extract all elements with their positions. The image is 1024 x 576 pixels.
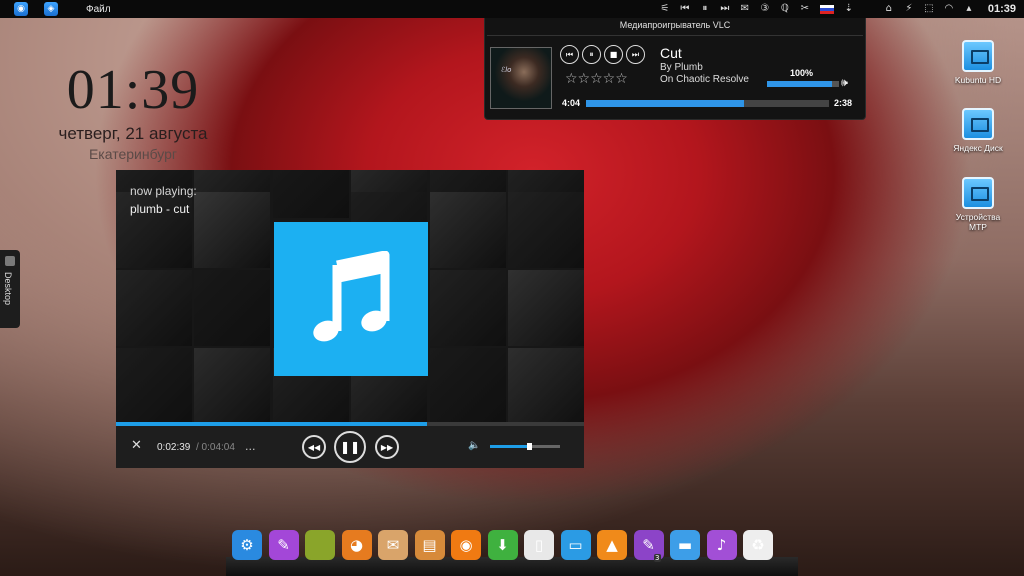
vlc-seek-bar[interactable]	[586, 100, 829, 107]
speaker-icon[interactable]: 🕪	[841, 76, 848, 90]
close-icon[interactable]: ✕	[131, 438, 142, 453]
pause-button[interactable]: ❚❚	[334, 431, 366, 463]
vlc-next-button[interactable]: ⏭	[626, 45, 645, 64]
desktop-icon-label: Устройства MTP	[955, 212, 1001, 232]
dock-folder-icon[interactable]: ▬	[670, 530, 700, 560]
dock-firefox-icon[interactable]: ◉	[451, 530, 481, 560]
more-options[interactable]: ...	[245, 440, 256, 453]
tray-item-icon[interactable]: ✉	[740, 0, 750, 18]
clock-city: Екатеринбург	[88, 146, 178, 162]
now-playing-track: plumb - cut	[130, 202, 190, 216]
language-flag-icon[interactable]	[819, 4, 834, 14]
dock-badge: 3	[654, 554, 661, 562]
tray-item-icon[interactable]: ⚟	[660, 0, 670, 18]
total-time: / 0:04:04	[196, 442, 235, 453]
tray-item-icon[interactable]: ⌂	[884, 0, 894, 18]
dock-brush-icon[interactable]: ✎	[268, 530, 299, 560]
rewind-button[interactable]: ◀◀	[302, 435, 326, 459]
tray-item-icon[interactable]: ⏭	[720, 0, 730, 18]
dock-text-icon[interactable]: ▯	[524, 530, 554, 560]
desktop-icon-mtp-devices[interactable]: Устройства MTP	[946, 177, 1010, 232]
vlc-remaining-time: 2:38	[834, 98, 853, 108]
volume-fill	[490, 445, 529, 448]
desktop-icon-label: Kubuntu HD	[954, 75, 1002, 85]
vlc-volume-slider[interactable]	[767, 81, 839, 87]
vlc-volume-fill	[767, 81, 832, 87]
album-art	[274, 222, 428, 376]
system-tray: ⚟ ⏮ ⏸ ⏭ ✉ ③ ℚ ✂ ⇣ ⌂ ⚡ ⬚ ◠ ▴ 01:39	[660, 0, 1016, 18]
vlc-volume-percent: 100%	[790, 68, 814, 78]
menu-file[interactable]: Файл	[86, 4, 111, 15]
tray-item-icon[interactable]: ③	[760, 0, 770, 18]
desktop-tab-icon	[5, 256, 15, 266]
vlc-pause-button[interactable]: ⏸	[582, 45, 601, 64]
drive-icon	[962, 40, 994, 72]
dash-icon[interactable]: ◈	[44, 2, 58, 16]
clock-widget: 01:39 четверг, 21 августа Екатеринбург	[48, 62, 218, 162]
fast-forward-button[interactable]: ▶▶	[375, 435, 399, 459]
tray-item-icon[interactable]: ▴	[964, 0, 974, 18]
desktop-side-tab[interactable]: Desktop	[0, 250, 20, 328]
elapsed-time: 0:02:39	[157, 442, 191, 453]
dock-mail-icon[interactable]: ✉	[378, 530, 408, 560]
vlc-track-album: On Chaotic Resolve	[660, 74, 749, 85]
vlc-cover-text: ℰlo	[501, 66, 512, 74]
music-player: now playing: plumb - cut ✕ 0:02:39 / 0:0…	[116, 170, 584, 468]
desktop-icon-label: Яндекс Диск	[953, 143, 1003, 153]
dock-notes-icon[interactable]: ▭	[560, 530, 591, 560]
vlc-stop-button[interactable]: ■	[604, 45, 623, 64]
dock-files-icon[interactable]: ▤	[414, 530, 445, 560]
drive-icon	[962, 108, 994, 140]
now-playing-label: now playing:	[130, 184, 197, 198]
dock-download-icon[interactable]: ⬇	[487, 530, 518, 560]
desktop-icon-yandex-disk[interactable]: Яндекс Диск	[946, 108, 1010, 153]
tray-item-icon[interactable]: ⬚	[924, 0, 934, 18]
vlc-album-cover: ℰlo	[490, 47, 552, 109]
vlc-controls: ⏮ ⏸ ■ ⏭	[560, 45, 645, 64]
volume-knob[interactable]	[526, 443, 532, 450]
clock-date: четверг, 21 августа	[58, 124, 208, 143]
dock: ⚙ ✎ ◕ ✉ ▤ ◉ ⬇ ▯ ▭ ▲ ✎ 3 ▬ ♪ ♻	[226, 527, 798, 576]
tray-item-icon[interactable]: ℚ	[780, 0, 790, 18]
dock-settings-icon[interactable]: ⚙	[232, 530, 262, 560]
vlc-rating-stars[interactable]: ☆☆☆☆☆	[565, 71, 628, 87]
tray-item-icon[interactable]: ⇣	[844, 0, 854, 18]
desktop-tab-label: Desktop	[3, 272, 13, 306]
tray-item-icon[interactable]: ⚡	[904, 0, 914, 18]
dock-editor-icon[interactable]: ✎ 3	[633, 530, 664, 562]
vlc-track-info: Cut By Plumb On Chaotic Resolve	[660, 45, 749, 85]
volume-icon[interactable]: 🔈	[468, 440, 480, 451]
desktop-icon-kubuntu-hd[interactable]: Kubuntu HD	[946, 40, 1010, 85]
tray-item-icon[interactable]: ✂	[800, 0, 810, 18]
vlc-elapsed-time: 4:04	[562, 98, 581, 108]
dock-vlc-icon[interactable]: ▲	[597, 530, 627, 560]
tray-item-icon[interactable]: ◠	[944, 0, 954, 18]
volume-slider[interactable]	[490, 445, 560, 448]
drive-icon	[962, 177, 994, 209]
top-panel: ◉ ◈ Файл ⚟ ⏮ ⏸ ⏭ ✉ ③ ℚ ✂ ⇣ ⌂ ⚡ ⬚ ◠ ▴ 01:39	[0, 0, 1024, 18]
vlc-previous-button[interactable]: ⏮	[560, 45, 579, 64]
panel-clock[interactable]: 01:39	[988, 3, 1016, 15]
dock-music-icon[interactable]: ♪	[706, 530, 737, 560]
dock-trash-icon[interactable]: ♻	[743, 530, 773, 560]
tray-item-icon[interactable]: ⏸	[700, 0, 710, 18]
dock-image-icon[interactable]	[305, 530, 335, 560]
player-controls-bar: ✕ 0:02:39 / 0:04:04 ... ◀◀ ❚❚ ▶▶ 🔈	[116, 426, 584, 468]
vlc-title: Медиапроигрыватель VLC	[619, 20, 731, 30]
vlc-track-title: Cut	[660, 45, 682, 61]
vlc-separator	[487, 35, 863, 36]
vlc-popup: Медиапроигрыватель VLC ℰlo ⏮ ⏸ ■ ⏭ ☆☆☆☆☆…	[484, 18, 866, 120]
music-note-icon	[313, 251, 390, 342]
vlc-track-artist: By Plumb	[660, 62, 703, 73]
clock-time: 01:39	[66, 59, 200, 121]
app-launcher-icon[interactable]: ◉	[14, 2, 28, 16]
dock-fox-icon[interactable]: ◕	[341, 530, 372, 560]
tray-item-icon[interactable]: ⏮	[680, 0, 690, 18]
vlc-seek-fill	[586, 100, 744, 107]
